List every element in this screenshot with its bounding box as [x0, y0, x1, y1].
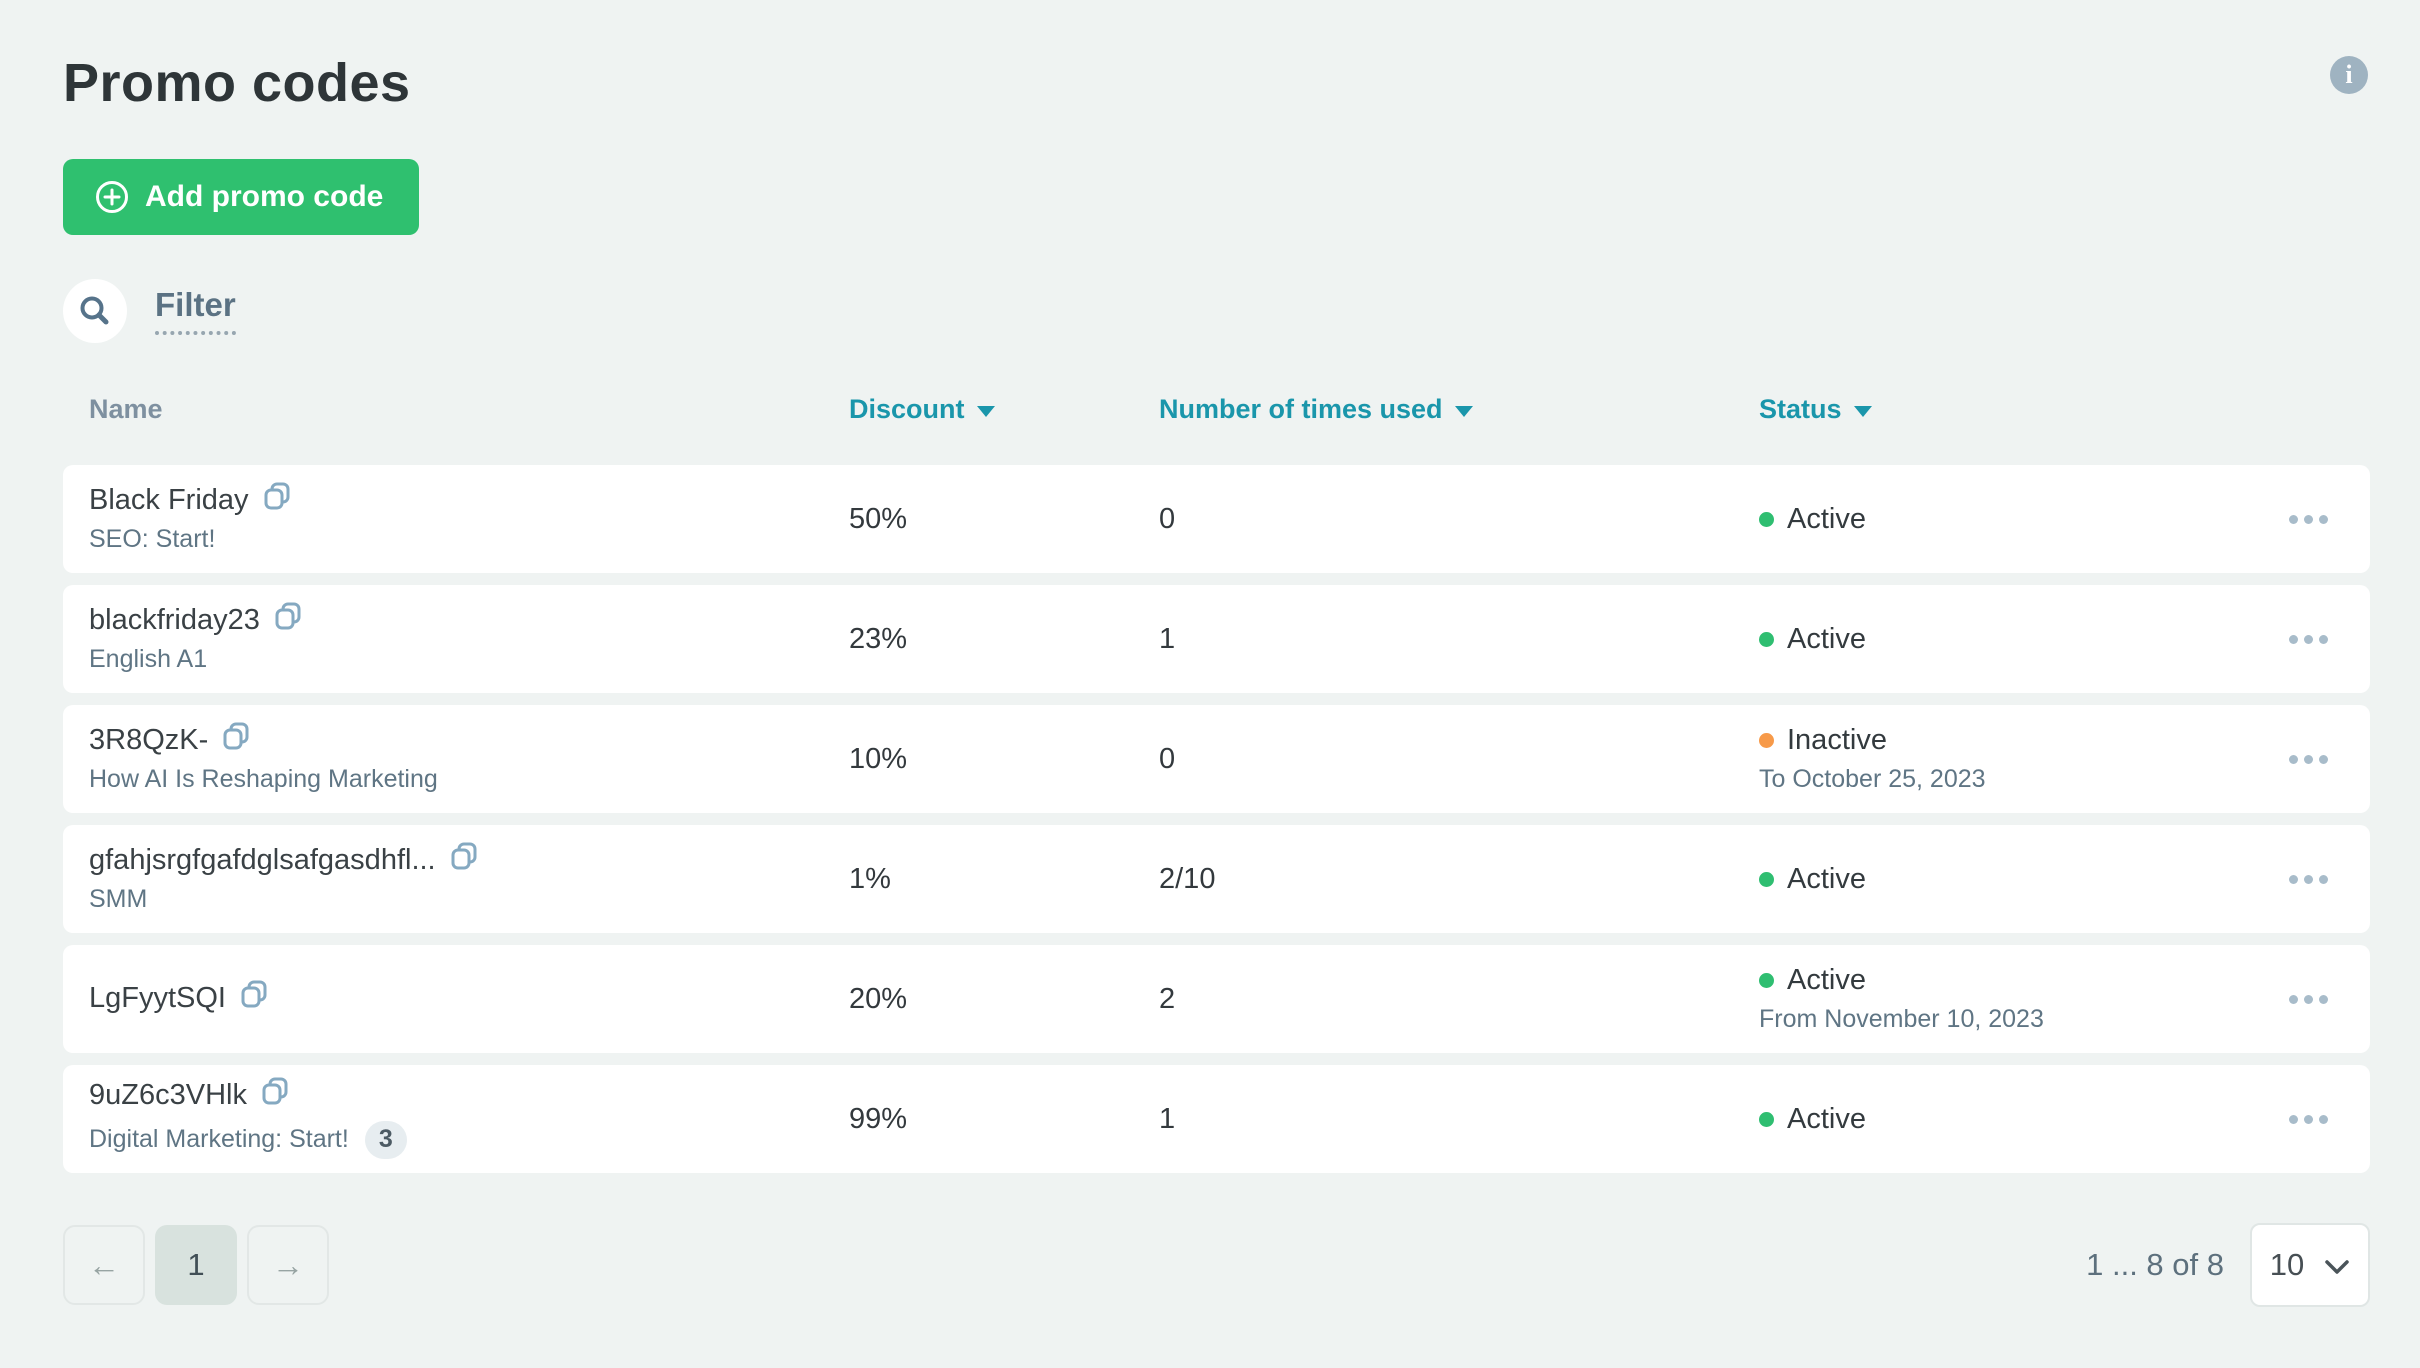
times-used-value: 2	[1159, 983, 1759, 1016]
row-menu-ellipsis-icon[interactable]	[2287, 1105, 2330, 1134]
status-cell: Active	[1759, 503, 2260, 536]
promo-subtitle: SEO: Start!	[89, 525, 215, 554]
promo-subtitle-line: SMM	[89, 885, 849, 914]
promo-subtitle-line: English A1	[89, 645, 849, 674]
column-header-discount[interactable]: Discount	[849, 394, 1159, 425]
table-header: Name Discount Number of times used Statu…	[63, 383, 2370, 435]
discount-value: 23%	[849, 623, 1159, 656]
discount-value: 10%	[849, 743, 1159, 776]
status-cell: Active	[1759, 1103, 2260, 1136]
status-dot-icon	[1759, 1112, 1774, 1127]
table-row: Black Friday SEO: Start! 50% 0	[63, 465, 2370, 573]
promo-name: 3R8QzK-	[89, 724, 208, 757]
promo-subtitle: English A1	[89, 645, 207, 674]
page-number-button[interactable]: 1	[155, 1225, 237, 1305]
column-header-status[interactable]: Status	[1759, 394, 2260, 425]
promo-subtitle: How AI Is Reshaping Marketing	[89, 765, 438, 794]
promo-subtitle: SMM	[89, 885, 147, 914]
promo-subtitle-line: How AI Is Reshaping Marketing	[89, 765, 849, 794]
filter-bar: Filter	[63, 279, 2370, 343]
discount-value: 20%	[849, 983, 1159, 1016]
copy-icon[interactable]	[263, 482, 291, 510]
times-used-value: 1	[1159, 623, 1759, 656]
status-cell: Active	[1759, 863, 2260, 896]
table-row: gfahjsrgfgafdglsafgasdhfl... SMM 1% 2/10	[63, 825, 2370, 933]
discount-value: 50%	[849, 503, 1159, 536]
promo-name: blackfriday23	[89, 604, 260, 637]
promo-name: Black Friday	[89, 484, 249, 517]
row-menu-ellipsis-icon[interactable]	[2287, 505, 2330, 534]
row-menu-ellipsis-icon[interactable]	[2287, 745, 2330, 774]
name-cell: 3R8QzK- How AI Is Reshaping Marketing	[89, 724, 849, 794]
times-used-value: 2/10	[1159, 863, 1759, 896]
page-size-select[interactable]: 10	[2250, 1223, 2370, 1307]
promo-codes-page: Promo codes i Add promo code Filter Name…	[0, 0, 2420, 1368]
status-dot-icon	[1759, 973, 1774, 988]
status-cell: Active	[1759, 623, 2260, 656]
status-detail: From November 10, 2023	[1759, 1005, 2260, 1034]
copy-icon[interactable]	[240, 980, 268, 1008]
status-label: Inactive	[1787, 724, 1887, 757]
page-title: Promo codes	[63, 52, 2370, 114]
promo-subtitle-line: SEO: Start!	[89, 525, 849, 554]
times-used-value: 0	[1159, 743, 1759, 776]
status-detail: To October 25, 2023	[1759, 765, 2260, 794]
table-body: Black Friday SEO: Start! 50% 0	[63, 465, 2370, 1173]
name-cell: Black Friday SEO: Start!	[89, 484, 849, 554]
prev-page-button[interactable]: ←	[63, 1225, 145, 1305]
status-label: Active	[1787, 503, 1866, 536]
promo-subtitle-line: Digital Marketing: Start! 3	[89, 1121, 849, 1159]
name-cell: LgFyytSQI	[89, 982, 849, 1015]
status-label: Active	[1787, 623, 1866, 656]
sort-caret-icon	[1854, 406, 1872, 417]
status-dot-icon	[1759, 512, 1774, 527]
table-row: 3R8QzK- How AI Is Reshaping Marketing 10…	[63, 705, 2370, 813]
name-cell: gfahjsrgfgafdglsafgasdhfl... SMM	[89, 844, 849, 914]
add-promo-code-button[interactable]: Add promo code	[63, 159, 419, 235]
page-size-value: 10	[2270, 1247, 2304, 1283]
chevron-down-icon	[2324, 1247, 2350, 1283]
status-cell: Inactive To October 25, 2023	[1759, 724, 2260, 794]
copy-icon[interactable]	[274, 602, 302, 630]
table-row: blackfriday23 English A1 23% 1	[63, 585, 2370, 693]
search-icon[interactable]	[63, 279, 127, 343]
copy-icon[interactable]	[261, 1077, 289, 1105]
column-header-name: Name	[89, 394, 849, 425]
pagination-range-label: 1 ... 8 of 8	[2086, 1247, 2224, 1283]
name-cell: blackfriday23 English A1	[89, 604, 849, 674]
filter-label[interactable]: Filter	[155, 287, 236, 335]
status-cell: Active From November 10, 2023	[1759, 964, 2260, 1034]
status-dot-icon	[1759, 632, 1774, 647]
table-row: 9uZ6c3VHlk Digital Marketing: Start! 3 9…	[63, 1065, 2370, 1173]
copy-icon[interactable]	[222, 722, 250, 750]
sort-caret-icon	[977, 406, 995, 417]
status-dot-icon	[1759, 872, 1774, 887]
column-header-times-used[interactable]: Number of times used	[1159, 394, 1759, 425]
promo-name: LgFyytSQI	[89, 982, 226, 1015]
sort-caret-icon	[1455, 406, 1473, 417]
add-promo-code-label: Add promo code	[145, 180, 383, 214]
info-icon[interactable]: i	[2330, 56, 2368, 94]
status-dot-icon	[1759, 733, 1774, 748]
copy-icon[interactable]	[450, 842, 478, 870]
row-menu-ellipsis-icon[interactable]	[2287, 985, 2330, 1014]
promo-name: gfahjsrgfgafdglsafgasdhfl...	[89, 844, 436, 877]
status-label: Active	[1787, 863, 1866, 896]
times-used-value: 1	[1159, 1103, 1759, 1136]
table-row: LgFyytSQI 20% 2 Active From Nov	[63, 945, 2370, 1053]
promo-name: 9uZ6c3VHlk	[89, 1079, 247, 1112]
status-label: Active	[1787, 964, 1866, 997]
times-used-value: 0	[1159, 503, 1759, 536]
plus-circle-icon	[95, 180, 129, 214]
count-badge: 3	[365, 1121, 407, 1159]
pagination: ← 1 → 1 ... 8 of 8 10	[63, 1223, 2370, 1307]
row-menu-ellipsis-icon[interactable]	[2287, 625, 2330, 654]
promo-subtitle: Digital Marketing: Start!	[89, 1125, 349, 1154]
discount-value: 99%	[849, 1103, 1159, 1136]
status-label: Active	[1787, 1103, 1866, 1136]
discount-value: 1%	[849, 863, 1159, 896]
row-menu-ellipsis-icon[interactable]	[2287, 865, 2330, 894]
next-page-button[interactable]: →	[247, 1225, 329, 1305]
name-cell: 9uZ6c3VHlk Digital Marketing: Start! 3	[89, 1079, 849, 1158]
